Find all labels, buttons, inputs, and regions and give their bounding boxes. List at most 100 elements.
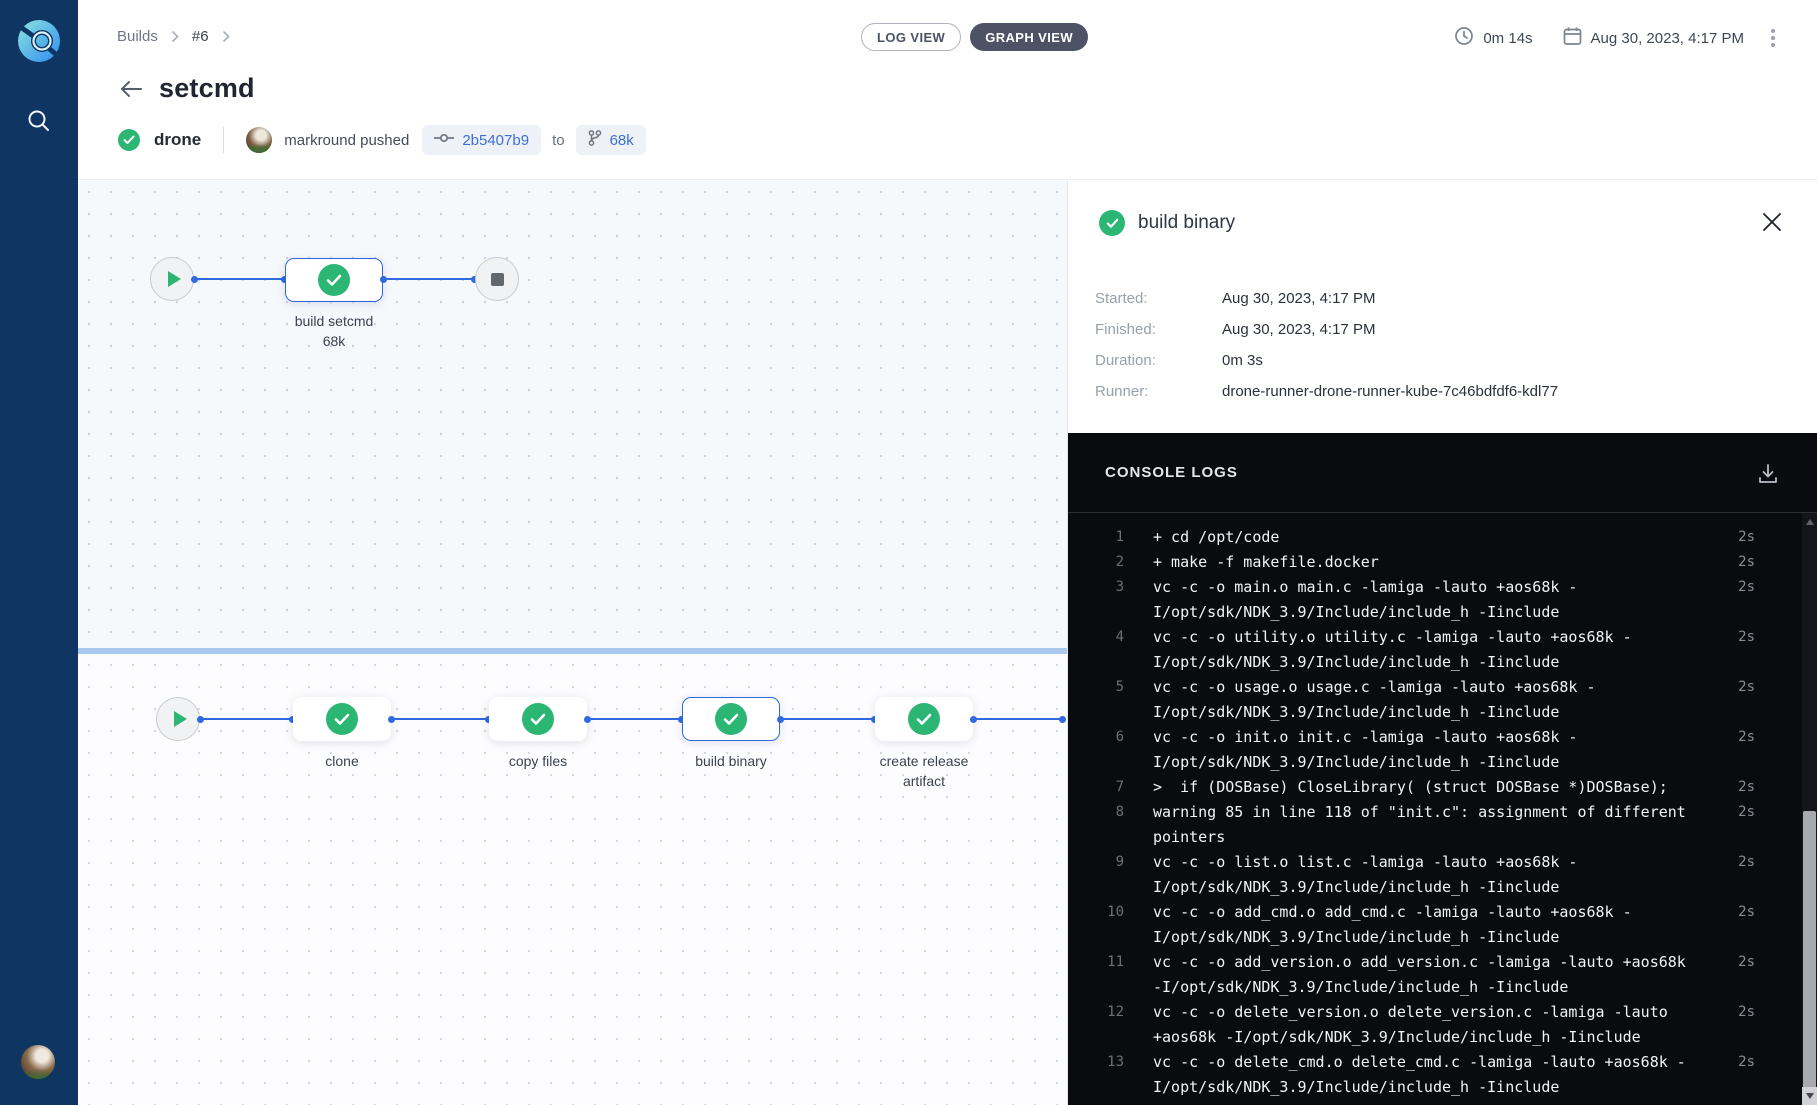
stage1-start-node[interactable] <box>150 257 194 301</box>
log-line-text: vc -c -o list.o list.c -lamiga -lauto +a… <box>1153 850 1695 900</box>
commit-icon <box>434 131 454 149</box>
sidebar <box>0 0 78 1105</box>
console-logs-header: CONSOLE LOGS <box>1068 433 1817 513</box>
log-line-text: vc -c -o init.o init.c -lamiga -lauto +a… <box>1153 725 1695 775</box>
build-duration: 0m 14s <box>1483 30 1532 47</box>
step-meta: Started: Aug 30, 2023, 4:17 PM Finished:… <box>1095 283 1558 407</box>
console-log-list[interactable]: 1 + cd /opt/code 2s 2 + make -f makefile… <box>1068 513 1817 1105</box>
console-log-row[interactable]: 5 vc -c -o usage.o usage.c -lamiga -laut… <box>1068 675 1817 725</box>
log-line-number: 3 <box>1068 575 1124 600</box>
success-check-icon <box>715 703 747 735</box>
success-check-icon <box>1099 210 1125 236</box>
build-meta: 0m 14s Aug 30, 2023, 4:17 PM <box>1454 25 1783 51</box>
breadcrumb-build-number[interactable]: #6 <box>192 28 209 45</box>
stage1-node-build-setcmd[interactable] <box>285 258 383 302</box>
console-scrollbar[interactable] <box>1802 513 1817 1105</box>
success-check-icon <box>318 264 350 296</box>
console-log-row[interactable]: 6 vc -c -o init.o init.c -lamiga -lauto … <box>1068 725 1817 775</box>
view-toggle: LOG VIEW GRAPH VIEW <box>861 23 1088 51</box>
stage2-start-node[interactable] <box>156 697 200 741</box>
chevron-right-icon <box>171 30 179 43</box>
log-line-text: > if (DOSBase) CloseLibrary( (struct DOS… <box>1153 775 1695 800</box>
edge <box>383 278 475 280</box>
title-row: setcmd <box>120 73 255 104</box>
step-label-build-binary: build binary <box>681 751 781 771</box>
log-line-duration: 2s <box>1738 1000 1755 1025</box>
edge <box>587 718 682 720</box>
step-title: build binary <box>1138 212 1235 234</box>
console-log-row[interactable]: 9 vc -c -o list.o list.c -lamiga -lauto … <box>1068 850 1817 900</box>
console-log-row[interactable]: 13 vc -c -o delete_cmd.o delete_cmd.c -l… <box>1068 1050 1817 1100</box>
stage1-node-label: build setcmd 68k <box>274 311 394 351</box>
log-line-text: vc -c -o usage.o usage.c -lamiga -lauto … <box>1153 675 1695 725</box>
app-logo-icon[interactable] <box>16 18 62 64</box>
log-line-number: 12 <box>1068 1000 1124 1025</box>
step-details-header: build binary <box>1068 181 1817 267</box>
more-options-button[interactable] <box>1763 25 1783 51</box>
meta-row-duration: Duration: 0m 3s <box>1095 345 1558 376</box>
breadcrumb-builds[interactable]: Builds <box>117 28 158 45</box>
step-node-build-binary[interactable] <box>682 697 780 741</box>
log-line-duration: 2s <box>1738 1100 1755 1105</box>
console-log-row[interactable]: 7 > if (DOSBase) CloseLibrary( (struct D… <box>1068 775 1817 800</box>
edge <box>391 718 489 720</box>
console-log-row[interactable]: 11 vc -c -o add_version.o add_version.c … <box>1068 950 1817 1000</box>
log-line-text: vc -c -o set_version.o set_version.c -la… <box>1153 1100 1695 1105</box>
scrollbar-thumb[interactable] <box>1803 811 1816 1088</box>
sidebar-search-icon[interactable] <box>26 108 52 134</box>
step-node-copy-files[interactable] <box>489 697 587 741</box>
graph-view-button[interactable]: GRAPH VIEW <box>970 23 1088 51</box>
log-line-duration: 2s <box>1738 625 1755 650</box>
log-line-duration: 2s <box>1738 900 1755 925</box>
log-line-number: 13 <box>1068 1050 1124 1075</box>
stage1-end-node[interactable] <box>475 257 519 301</box>
console-log-row[interactable]: 3 vc -c -o main.o main.c -lamiga -lauto … <box>1068 575 1817 625</box>
branch-chip[interactable]: 68k <box>576 125 646 155</box>
scroll-up-arrow[interactable] <box>1802 513 1817 531</box>
to-label: to <box>552 132 565 149</box>
log-line-text: + cd /opt/code <box>1153 525 1695 550</box>
scroll-down-arrow[interactable] <box>1802 1087 1817 1105</box>
log-line-duration: 2s <box>1738 850 1755 875</box>
edge <box>973 718 1063 720</box>
console-log-row[interactable]: 12 vc -c -o delete_version.o delete_vers… <box>1068 1000 1817 1050</box>
commit-sha-chip[interactable]: 2b5407b9 <box>422 125 541 155</box>
meta-row-started: Started: Aug 30, 2023, 4:17 PM <box>1095 283 1558 314</box>
console-log-row[interactable]: 8 warning 85 in line 118 of "init.c": as… <box>1068 800 1817 850</box>
chevron-right-icon <box>222 30 230 43</box>
divider <box>223 127 224 153</box>
log-line-number: 9 <box>1068 850 1124 875</box>
log-line-duration: 2s <box>1738 675 1755 700</box>
step-node-clone[interactable] <box>293 697 391 741</box>
clock-icon <box>1454 26 1474 50</box>
log-line-duration: 2s <box>1738 800 1755 825</box>
log-line-number: 4 <box>1068 625 1124 650</box>
log-line-text: vc -c -o delete_version.o delete_version… <box>1153 1000 1695 1050</box>
console-log-row[interactable]: 1 + cd /opt/code 2s <box>1068 525 1817 550</box>
console-log-row[interactable]: 4 vc -c -o utility.o utility.c -lamiga -… <box>1068 625 1817 675</box>
back-arrow-button[interactable] <box>120 80 142 98</box>
log-line-number: 8 <box>1068 800 1124 825</box>
console-log-row[interactable]: 14 vc -c -o set_version.o set_version.c … <box>1068 1100 1817 1105</box>
step-label-create-release-artifact: create release artifact <box>869 751 979 791</box>
log-view-button[interactable]: LOG VIEW <box>861 23 961 51</box>
step-label-clone: clone <box>292 751 392 771</box>
log-line-text: warning 85 in line 118 of "init.c": assi… <box>1153 800 1695 850</box>
play-icon <box>168 271 181 287</box>
console-logs-title: CONSOLE LOGS <box>1105 464 1238 481</box>
branch-icon <box>588 130 602 151</box>
download-logs-icon[interactable] <box>1753 459 1783 489</box>
log-line-duration: 2s <box>1738 775 1755 800</box>
success-check-icon <box>118 129 140 151</box>
console-log-row[interactable]: 10 vc -c -o add_cmd.o add_cmd.c -lamiga … <box>1068 900 1817 950</box>
pipeline-name[interactable]: drone <box>154 130 201 150</box>
log-line-duration: 2s <box>1738 550 1755 575</box>
build-status-row: drone markround pushed 2b5407b9 to <box>118 124 646 156</box>
step-node-create-release-artifact[interactable] <box>875 697 973 741</box>
sidebar-user-avatar[interactable] <box>21 1045 55 1079</box>
log-line-duration: 2s <box>1738 950 1755 975</box>
close-icon[interactable] <box>1757 207 1787 237</box>
log-line-text: vc -c -o utility.o utility.c -lamiga -la… <box>1153 625 1695 675</box>
console-log-row[interactable]: 2 + make -f makefile.docker 2s <box>1068 550 1817 575</box>
stage-canvas-top[interactable] <box>78 181 1067 648</box>
